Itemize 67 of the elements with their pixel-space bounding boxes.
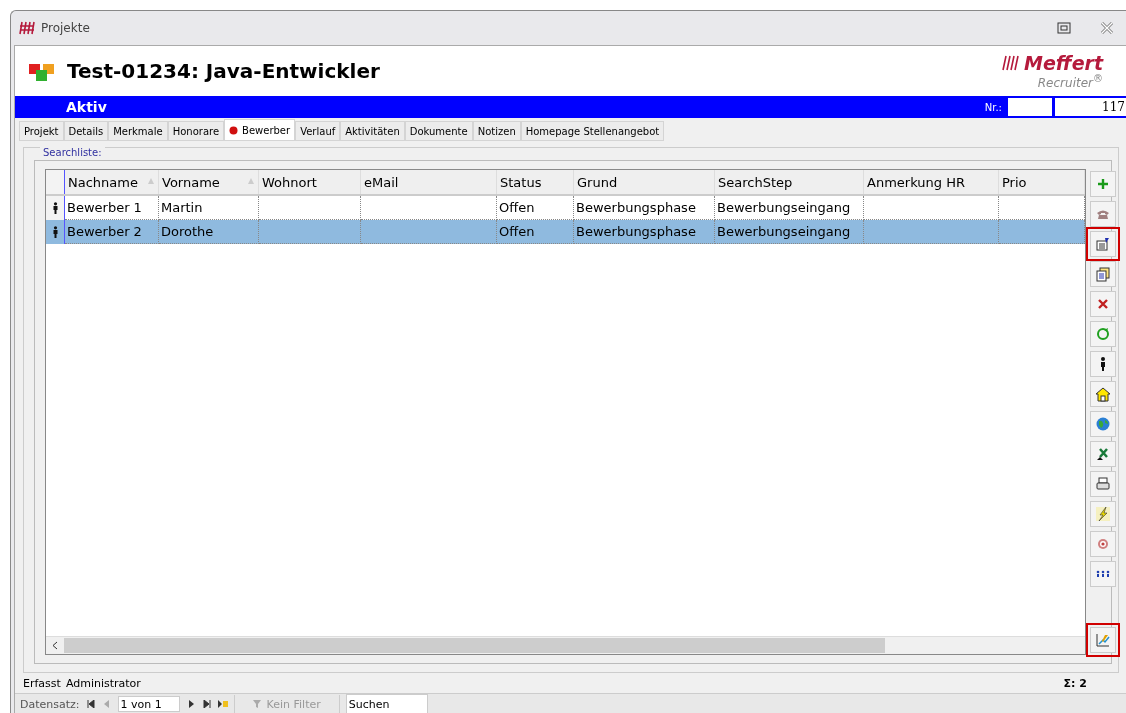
record-field[interactable]: 1 von 1 bbox=[117, 696, 180, 712]
target-icon bbox=[1095, 536, 1111, 552]
table-cell: Offen bbox=[497, 220, 574, 244]
new-record-button[interactable] bbox=[217, 698, 228, 710]
horizontal-scrollbar[interactable] bbox=[46, 636, 1085, 654]
nr-field[interactable] bbox=[1008, 98, 1052, 116]
tab[interactable]: Projekt bbox=[19, 121, 64, 141]
sort-icon bbox=[248, 178, 254, 184]
group-legend: Searchliste: bbox=[40, 147, 105, 158]
table-cell: Bewerber 2 bbox=[65, 220, 159, 244]
search-field[interactable]: Suchen bbox=[345, 694, 428, 713]
column-header[interactable]: SearchStep bbox=[715, 170, 864, 194]
form-edit-icon bbox=[1095, 236, 1111, 252]
bullet-icon bbox=[229, 125, 239, 135]
tab[interactable]: Homepage Stellenangebot bbox=[520, 121, 665, 141]
restore-icon[interactable] bbox=[1057, 22, 1071, 34]
scroll-left-icon[interactable] bbox=[52, 641, 58, 650]
column-header[interactable]: Prio bbox=[999, 170, 1085, 194]
last-record-button[interactable] bbox=[201, 698, 212, 710]
person-icon bbox=[51, 202, 59, 214]
tab[interactable]: Bewerber bbox=[224, 119, 296, 141]
tab[interactable]: Aktivitäten bbox=[340, 121, 405, 141]
column-header[interactable]: Anmerkung HR bbox=[864, 170, 999, 194]
nr-label: Nr.: bbox=[984, 101, 1002, 113]
toolbar-button[interactable] bbox=[1090, 561, 1116, 587]
house-icon bbox=[1095, 386, 1111, 402]
column-header[interactable]: Grund bbox=[574, 170, 715, 194]
person-icon bbox=[51, 226, 59, 238]
tab[interactable]: Dokumente bbox=[404, 121, 473, 141]
column-header[interactable]: eMail bbox=[361, 170, 497, 194]
column-header[interactable]: Wohnort bbox=[259, 170, 361, 194]
app-logo-icon bbox=[19, 21, 35, 35]
first-record-button[interactable] bbox=[85, 698, 96, 710]
navigator-label: Datensatz: bbox=[20, 697, 80, 711]
column-header[interactable]: Nachname bbox=[65, 170, 159, 194]
printer-icon bbox=[1095, 476, 1111, 492]
plus-icon bbox=[1095, 176, 1111, 192]
created-label: Erfasst bbox=[23, 676, 61, 690]
tab[interactable]: Honorare bbox=[167, 121, 225, 141]
lightning-icon bbox=[1095, 506, 1111, 522]
table-cell: Bewerbungseingang bbox=[715, 220, 864, 244]
tab[interactable]: Notizen bbox=[472, 121, 521, 141]
status-text: Aktiv bbox=[66, 99, 108, 115]
chart-edit-icon bbox=[1095, 632, 1111, 648]
tab[interactable]: Merkmale bbox=[108, 121, 168, 141]
column-header[interactable]: Vorname bbox=[159, 170, 259, 194]
column-header[interactable]: Status bbox=[497, 170, 574, 194]
nr-value: 117 bbox=[1055, 98, 1126, 116]
window-title: Projekte bbox=[41, 21, 91, 35]
tab[interactable]: Verlauf bbox=[295, 121, 341, 141]
record-count: Σ: 2 bbox=[1063, 676, 1087, 690]
sort-icon bbox=[148, 178, 154, 184]
globe-icon bbox=[1095, 416, 1111, 432]
spreadsheet-icon bbox=[1095, 446, 1111, 462]
table-row[interactable]: Bewerber 2 Dorothe Offen Bewerbungsphase Bewerbungseingang bbox=[46, 220, 1085, 244]
close-icon[interactable] bbox=[1099, 20, 1115, 36]
table-cell: Dorothe bbox=[159, 220, 259, 244]
refresh-icon bbox=[1095, 326, 1111, 342]
toolbar-button[interactable] bbox=[1090, 351, 1116, 377]
logo-name: Meffert bbox=[1024, 52, 1103, 73]
logo-subtitle: Recruiter$^{®}$ bbox=[1037, 72, 1103, 90]
documents-icon bbox=[1095, 266, 1111, 282]
funnel-icon bbox=[252, 699, 263, 709]
tab[interactable]: Details bbox=[63, 121, 109, 141]
created-by: Administrator bbox=[65, 676, 142, 690]
project-title: Test-01234: Java-Entwickler bbox=[67, 59, 381, 83]
table-cell: Bewerbungsphase bbox=[574, 220, 715, 244]
